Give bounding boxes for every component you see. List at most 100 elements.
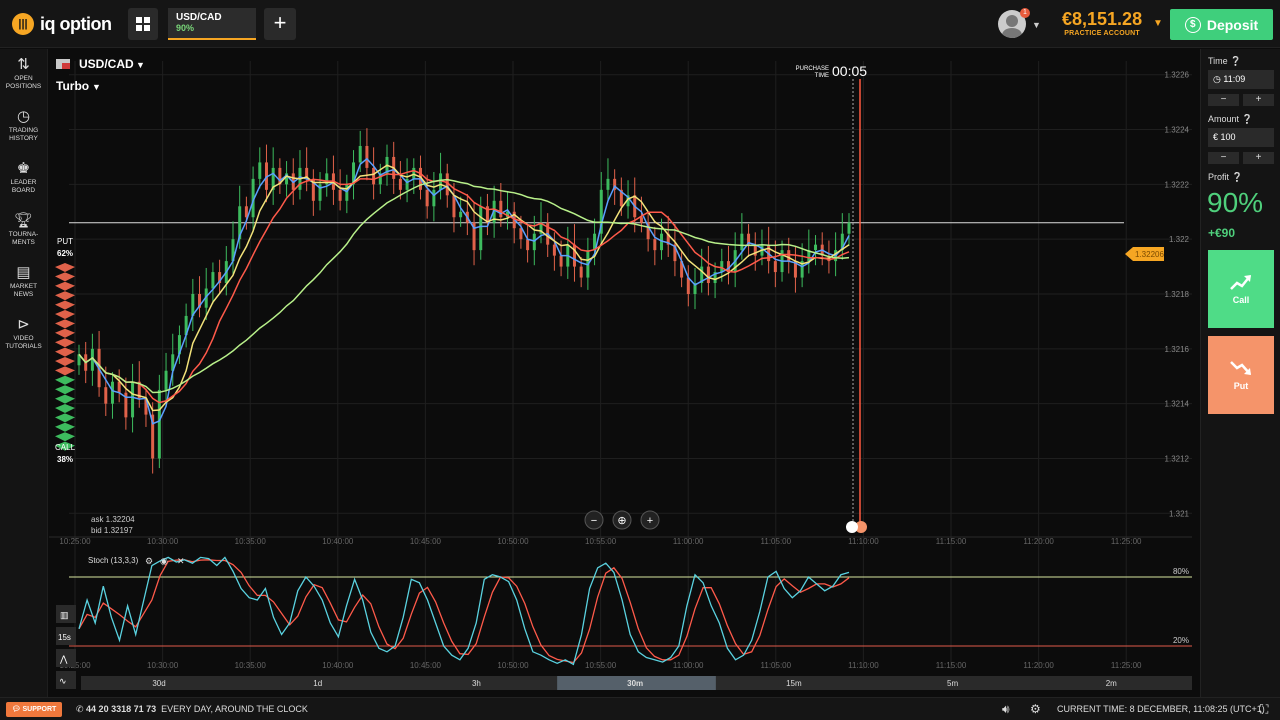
moving-average-line — [78, 164, 850, 412]
sentiment-chevron — [55, 281, 75, 291]
price-chart[interactable]: 1.3226 1.3224 1.3222 1.322 1.3218 1.3216 1.321… — [49, 49, 1200, 697]
timescale-3h[interactable]: 3h — [472, 679, 481, 688]
put-button[interactable]: Put — [1208, 336, 1274, 414]
support-button[interactable]: 💬︎ SUPPORT — [6, 702, 62, 717]
candle-body — [338, 189, 342, 201]
balance-display[interactable]: €8,151.28 PRACTICE ACCOUNT — [1062, 9, 1142, 37]
center-chart-button[interactable]: ⊕ — [612, 510, 632, 530]
price-tick: 1.321 — [1169, 509, 1190, 518]
sidebar-item-market-news[interactable]: ▤ MARKET NEWS — [0, 257, 47, 309]
candle-body — [572, 244, 576, 267]
time-input[interactable]: ◷ 11:09 — [1208, 70, 1274, 89]
candle-body — [579, 266, 583, 278]
purchase-time-label-2: TIME — [815, 73, 829, 79]
time-tick: 10:35:00 — [235, 661, 267, 670]
indicator-icon: ∿ — [59, 676, 67, 686]
sidebar-item-tournaments[interactable]: 🏆︎ TOURNA- MENTS — [0, 205, 47, 257]
candle-body — [372, 167, 376, 185]
ask-price: ask 1.32204 — [91, 515, 135, 524]
logo[interactable]: ||| iq option — [12, 13, 112, 35]
swap-arrows-icon: ⇅ — [17, 56, 30, 73]
fullscreen-icon[interactable]: ⛶ — [1260, 702, 1268, 717]
settings-icon[interactable]: ⚙ — [1030, 702, 1041, 716]
call-button[interactable]: Call — [1208, 250, 1274, 328]
balance-dropdown-icon[interactable]: ▼ — [1153, 18, 1163, 29]
sentiment-chevron — [55, 291, 75, 301]
sentiment-chevron — [55, 404, 75, 413]
gear-icon[interactable]: ⚙ — [145, 556, 153, 566]
asset-tab-usdcad[interactable]: USD/CAD 90% — [168, 8, 256, 40]
time-tick: 11:20:00 — [1023, 661, 1054, 670]
time-tick: 10:40:00 — [322, 537, 354, 546]
sidebar-item-leader-board[interactable]: ♚ LEADER BOARD — [0, 153, 47, 205]
timescale-30d[interactable]: 30d — [152, 679, 165, 688]
time-tick: 11:05:00 — [761, 661, 792, 670]
plus-icon: + — [647, 515, 653, 527]
asset-selector[interactable]: USD/CAD — [79, 57, 134, 71]
sentiment-chevron — [55, 272, 75, 282]
moving-averages-layer — [78, 157, 850, 425]
current-time: CURRENT TIME: 8 DECEMBER, 11:08:25 (UTC+… — [1057, 704, 1265, 714]
candle-body — [365, 145, 369, 168]
chevron-down-icon[interactable]: ▼ — [1032, 20, 1041, 30]
mode-selector[interactable]: Turbo — [56, 79, 89, 93]
candle-body — [479, 206, 483, 251]
sentiment-chevron — [55, 432, 75, 442]
trend-down-icon — [1230, 361, 1251, 375]
bar-chart-icon: ▥ — [60, 610, 69, 620]
candle-body — [773, 261, 777, 273]
close-icon[interactable]: ✕ — [177, 556, 185, 566]
eye-icon[interactable]: ◉ — [160, 556, 168, 566]
price-tick: 1.3216 — [1165, 345, 1190, 354]
candle-body — [559, 255, 563, 267]
sound-icon[interactable]: 🔊︎ — [1002, 702, 1010, 717]
deposit-button[interactable]: $ Deposit — [1170, 9, 1273, 40]
timescale-label: 3h — [472, 679, 481, 688]
chevron-down-icon[interactable]: ▼ — [136, 60, 145, 70]
zoom-out-button[interactable]: − — [584, 510, 604, 530]
chevron-down-icon[interactable]: ▼ — [92, 82, 101, 92]
time-tick: 10:45:00 — [410, 537, 442, 546]
sidebar-item-video-tutorials[interactable]: ⊳ VIDEO TUTORIALS — [0, 309, 47, 361]
all-assets-button[interactable] — [128, 8, 158, 40]
amount-minus-button[interactable]: − — [1208, 152, 1239, 164]
timer-icon — [846, 521, 858, 533]
sidebar-item-label: OPEN POSITIONS — [5, 75, 42, 90]
call-label: Call — [1232, 295, 1250, 305]
leaderboard-icon: ♚ — [16, 160, 31, 177]
timescale-2m[interactable]: 2m — [1106, 679, 1117, 688]
timescale-1d[interactable]: 1d — [313, 679, 322, 688]
grid-icon — [136, 17, 150, 31]
timescale-5m[interactable]: 5m — [947, 679, 958, 688]
timescale-label: 5m — [947, 679, 958, 688]
stoch-level-label: 80% — [1173, 567, 1189, 576]
timescale-label: 15m — [786, 679, 802, 688]
time-tick: 10:50:00 — [497, 661, 529, 670]
sentiment-bar — [55, 263, 75, 451]
time-tick: 11:25:00 — [1111, 661, 1142, 670]
time-tick: 10:55:00 — [585, 537, 617, 546]
phone-info: ✆ 44 20 3318 71 73 EVERY DAY, AROUND THE… — [76, 704, 308, 714]
amount-plus-button[interactable]: + — [1243, 152, 1274, 164]
candle-body — [164, 370, 168, 390]
amount-input[interactable]: € 100 — [1208, 128, 1274, 147]
candle-body — [653, 239, 657, 251]
profit-percent: 90% — [1207, 187, 1264, 218]
time-tick: 10:30:00 — [147, 537, 179, 546]
profit-amount: +€90 — [1208, 226, 1236, 240]
zoom-in-button[interactable]: + — [640, 510, 660, 530]
sentiment-chevron — [55, 328, 75, 338]
candle-body — [526, 239, 530, 251]
time-tick: 11:15:00 — [936, 537, 967, 546]
time-plus-button[interactable]: + — [1243, 94, 1274, 106]
timescale-15m[interactable]: 15m — [786, 679, 802, 688]
sidebar-item-trading-history[interactable]: ◷ TRADING HISTORY — [0, 101, 47, 153]
candle-body — [686, 277, 690, 294]
time-minus-button[interactable]: − — [1208, 94, 1239, 106]
add-asset-button[interactable]: + — [264, 8, 296, 40]
timescale-30m[interactable]: 30m — [557, 676, 716, 690]
candle-body — [459, 211, 463, 218]
price-tick: 1.322 — [1169, 235, 1190, 244]
bid-price: bid 1.32197 — [91, 526, 133, 535]
sidebar-item-open-positions[interactable]: ⇅ OPEN POSITIONS — [0, 49, 47, 101]
